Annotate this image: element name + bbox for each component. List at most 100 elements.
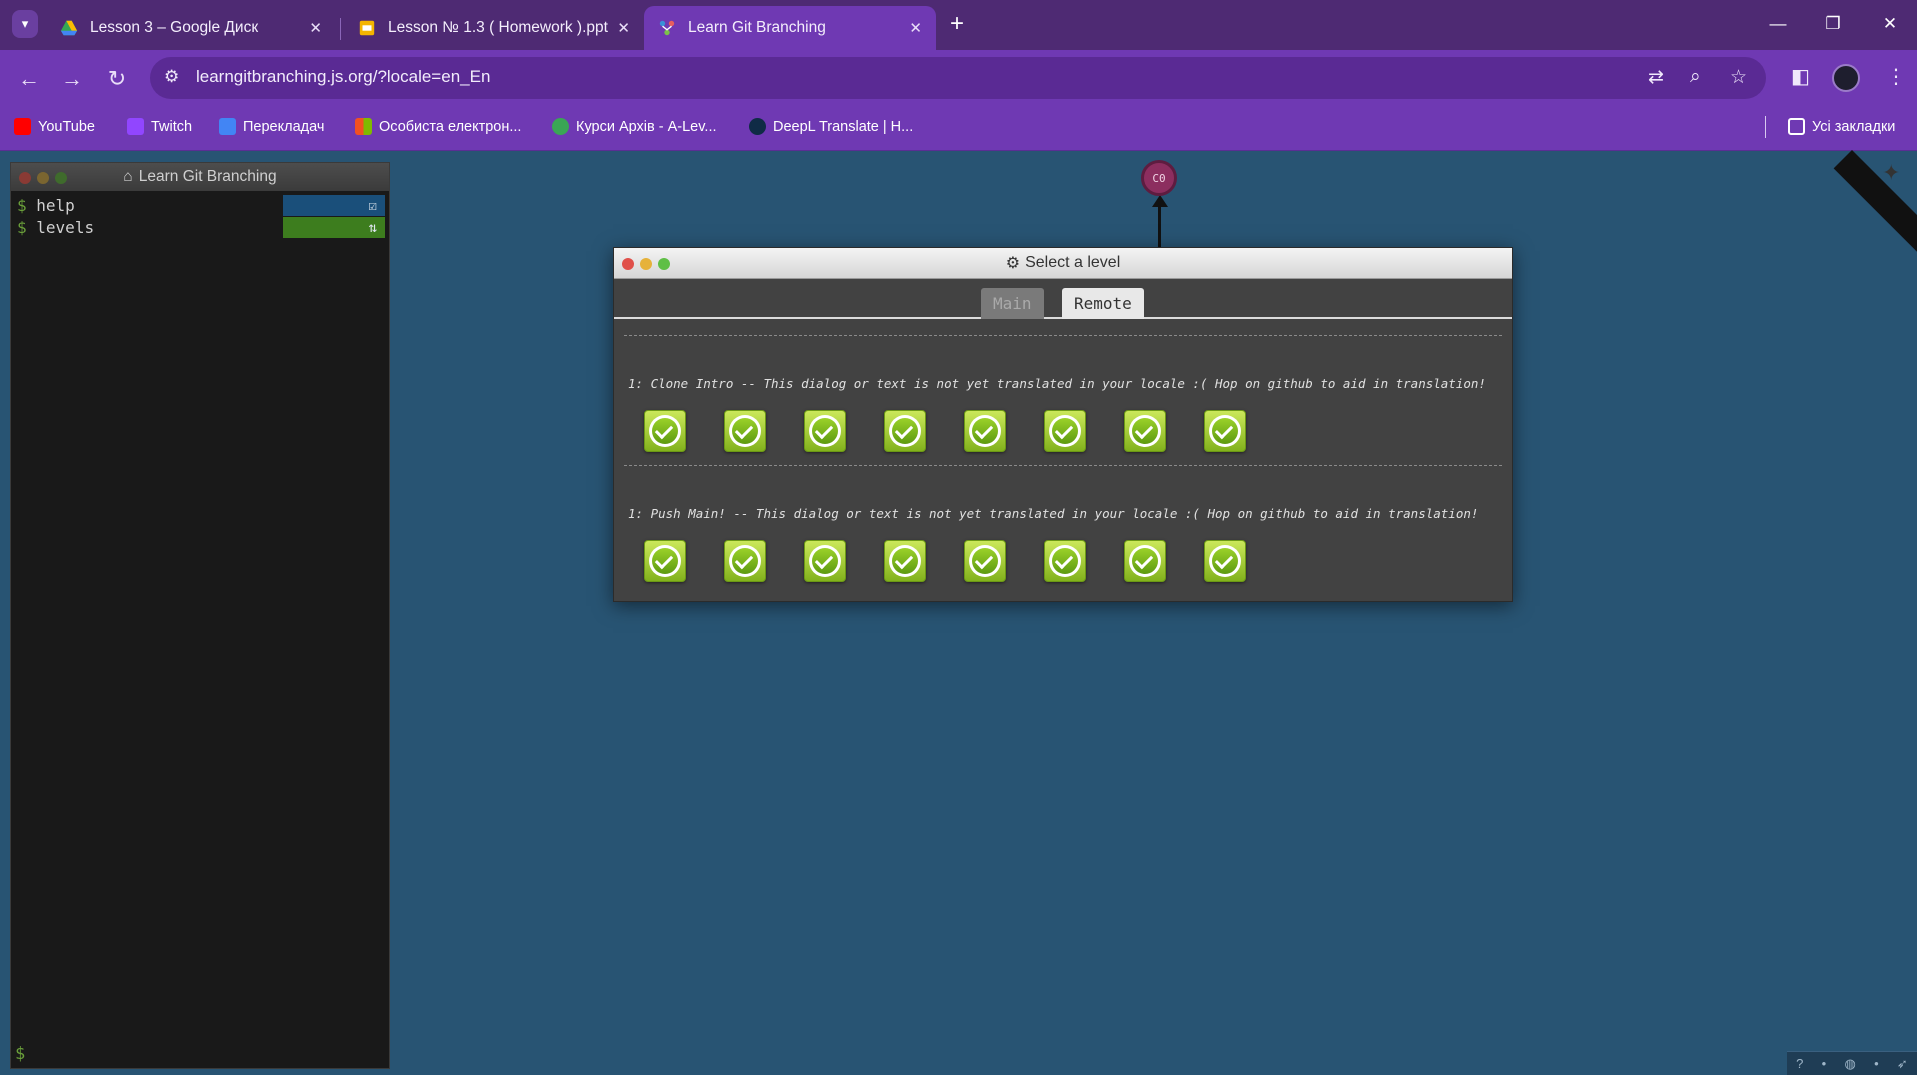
level-button[interactable] — [964, 540, 1006, 582]
checkmark-icon — [1209, 545, 1241, 577]
checkmark-icon — [1049, 545, 1081, 577]
reload-button[interactable]: ↻ — [102, 64, 132, 94]
forward-button[interactable]: → — [57, 64, 87, 94]
twitch-icon — [127, 118, 144, 135]
bookmarks-bar: YouTube Twitch Перекладач Особиста елект… — [0, 106, 1917, 151]
sequence-divider — [624, 335, 1502, 336]
all-bookmarks-button[interactable]: Усі закладки — [1788, 118, 1895, 135]
prompt-symbol: $ — [17, 196, 27, 215]
address-bar[interactable]: ⚙ learngitbranching.js.org/?locale=en_En… — [150, 57, 1766, 99]
bookmark-translator[interactable]: Перекладач — [219, 118, 324, 135]
dialog-title: Select a level — [1025, 254, 1121, 271]
level-button[interactable] — [804, 540, 846, 582]
level-button[interactable] — [1204, 410, 1246, 452]
bookmark-star-icon[interactable]: ☆ — [1730, 66, 1747, 89]
tab-google-drive[interactable]: Lesson 3 – Google Диск ✕ — [46, 6, 336, 50]
window-controls — [19, 172, 67, 184]
sequence-title: 1: Clone Intro -- This dialog or text is… — [628, 376, 1486, 391]
level-button[interactable] — [1044, 540, 1086, 582]
close-dot-icon[interactable] — [622, 258, 634, 270]
deepl-icon — [749, 118, 766, 135]
browser-tab-bar: ▾ Lesson 3 – Google Диск ✕ Lesson № 1.3 … — [0, 0, 1917, 50]
command-text: levels — [36, 218, 95, 237]
back-button[interactable]: ← — [14, 64, 44, 94]
level-button[interactable] — [884, 410, 926, 452]
dialog-window-controls — [622, 258, 670, 270]
close-icon: ✕ — [1882, 14, 1898, 33]
microsoft-icon — [355, 118, 372, 135]
github-octocat-icon[interactable]: ✦ — [1882, 160, 1910, 188]
level-button[interactable] — [1124, 540, 1166, 582]
level-button[interactable] — [724, 540, 766, 582]
tab-google-slides[interactable]: Lesson № 1.3 ( Homework ).ppt ✕ — [344, 6, 644, 50]
maximize-dot-icon[interactable] — [55, 172, 67, 184]
tab-search-button[interactable]: ▾ — [12, 10, 38, 38]
level-button[interactable] — [1044, 410, 1086, 452]
bookmark-twitch[interactable]: Twitch — [127, 118, 192, 135]
browser-toolbar: ← → ↻ ⚙ learngitbranching.js.org/?locale… — [0, 50, 1917, 106]
dialog-tab-strip: Main Remote — [614, 279, 1512, 319]
close-window-button[interactable]: ✕ — [1868, 8, 1912, 40]
checkmark-icon — [649, 415, 681, 447]
tab-learn-git-branching[interactable]: Learn Git Branching ✕ — [644, 6, 936, 50]
tab-remote[interactable]: Remote — [1062, 288, 1144, 319]
twitter-icon[interactable]: ➶ — [1897, 1056, 1908, 1072]
level-button[interactable] — [964, 410, 1006, 452]
level-button[interactable] — [884, 540, 926, 582]
level-button[interactable] — [1204, 540, 1246, 582]
globe-icon[interactable]: ◍ — [1844, 1056, 1855, 1072]
sequence-divider — [624, 465, 1502, 466]
minimize-dot-icon[interactable] — [640, 258, 652, 270]
url-text[interactable]: learngitbranching.js.org/?locale=en_En — [196, 67, 490, 87]
minimize-icon: — — [1769, 14, 1787, 33]
bookmark-personal-office[interactable]: Особиста електрон... — [355, 118, 521, 135]
terminal-title-bar: ⌂ Learn Git Branching — [11, 163, 389, 191]
maximize-dot-icon[interactable] — [658, 258, 670, 270]
translate-icon[interactable]: ⇄ — [1648, 66, 1664, 89]
checkmark-icon — [729, 415, 761, 447]
tab-title: Lesson № 1.3 ( Homework ).ppt — [388, 19, 608, 36]
terminal-history-line[interactable]: $ levels ⇅ — [11, 217, 389, 239]
terminal-history-line[interactable]: $ help ☑ — [11, 195, 389, 217]
bookmark-courses-archive[interactable]: Курси Архів - A-Lev... — [552, 118, 717, 135]
minimize-button[interactable]: — — [1756, 8, 1800, 40]
bookmark-deepl[interactable]: DeepL Translate | Н... — [749, 118, 913, 135]
close-icon[interactable]: ✕ — [617, 19, 630, 37]
commit-node[interactable]: C0 — [1141, 160, 1177, 196]
tab-main[interactable]: Main — [981, 288, 1044, 319]
gear-icon: ⚙ — [1005, 255, 1021, 272]
command-terminal: ⌂ Learn Git Branching $ help ☑ $ levels … — [10, 162, 390, 1069]
checkmark-icon — [1129, 545, 1161, 577]
arrow-right-icon: → — [61, 66, 83, 91]
command-status-bar: ⇅ — [283, 217, 385, 238]
level-button[interactable] — [724, 410, 766, 452]
command-input-prompt[interactable]: $ — [15, 1044, 25, 1064]
level-button[interactable] — [804, 410, 846, 452]
help-icon[interactable]: ? — [1796, 1056, 1803, 1071]
zoom-icon[interactable]: ⌕ — [1690, 66, 1701, 88]
google-slides-icon — [359, 20, 375, 36]
restore-button[interactable]: ❐ — [1811, 8, 1855, 40]
menu-icon[interactable]: ⋮ — [1886, 64, 1906, 89]
folder-icon — [1788, 118, 1805, 135]
minimize-dot-icon[interactable] — [37, 172, 49, 184]
level-button[interactable] — [1124, 410, 1166, 452]
close-icon[interactable]: ✕ — [909, 19, 922, 37]
side-panel-icon[interactable]: ◧ — [1791, 64, 1810, 89]
checkmark-icon — [809, 545, 841, 577]
sequence-title: 1: Push Main! -- This dialog or text is … — [628, 506, 1479, 521]
level-button[interactable] — [644, 540, 686, 582]
bookmarks-separator — [1765, 116, 1766, 138]
bottom-help-bar: ? • ◍ • ➶ — [1787, 1051, 1917, 1075]
a-level-icon — [552, 118, 569, 135]
close-dot-icon[interactable] — [19, 172, 31, 184]
bookmark-youtube[interactable]: YouTube — [14, 118, 95, 135]
avatar[interactable] — [1832, 64, 1860, 92]
level-button[interactable] — [644, 410, 686, 452]
new-tab-button[interactable]: + — [950, 10, 964, 38]
site-info-icon[interactable]: ⚙ — [164, 67, 179, 87]
checkmark-icon — [809, 415, 841, 447]
checkbox-icon: ☑ — [368, 197, 377, 214]
close-icon[interactable]: ✕ — [309, 19, 322, 37]
terminal-title: Learn Git Branching — [138, 168, 277, 185]
